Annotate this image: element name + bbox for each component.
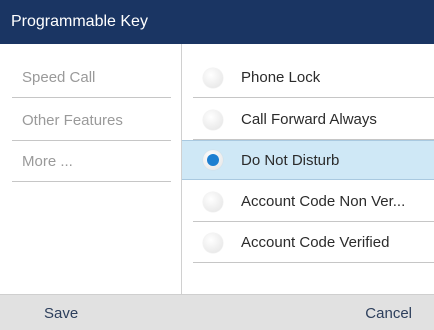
save-button[interactable]: Save [44,295,78,330]
radio-button-icon[interactable] [203,232,223,253]
option-call-forward-always[interactable]: Call Forward Always [193,100,434,140]
option-account-code-verified[interactable]: Account Code Verified [193,223,434,263]
title-bar: Programmable Key [0,0,434,44]
option-label: Account Code Non Ver... [241,193,406,210]
menu-item-more[interactable]: More ... [12,142,171,182]
left-menu: Speed Call Other Features More ... [0,44,182,294]
radio-dot-icon [207,154,219,166]
radio-button-icon[interactable] [203,191,223,212]
cancel-button[interactable]: Cancel [365,295,412,330]
option-label: Account Code Verified [241,234,390,251]
menu-item-other-features[interactable]: Other Features [12,101,171,141]
menu-item-label: Other Features [22,112,123,129]
programmable-key-screen: Programmable Key Speed Call Other Featur… [0,0,434,330]
screen-title: Programmable Key [11,13,148,30]
softkey-bar: Save Cancel [0,294,434,330]
radio-button-selected-icon[interactable] [203,150,223,170]
option-label: Phone Lock [241,69,321,86]
menu-item-speed-call[interactable]: Speed Call [12,58,171,98]
radio-button-icon[interactable] [203,67,223,88]
option-label: Do Not Disturb [241,151,340,169]
option-list: Phone Lock Call Forward Always Do Not Di… [182,44,434,294]
menu-item-label: Speed Call [22,69,96,86]
option-do-not-disturb[interactable]: Do Not Disturb [182,140,434,180]
option-label: Call Forward Always [241,111,377,128]
option-phone-lock[interactable]: Phone Lock [193,58,434,98]
menu-item-label: More ... [22,153,73,170]
option-account-code-non-verified[interactable]: Account Code Non Ver... [193,182,434,222]
radio-button-icon[interactable] [203,109,223,130]
